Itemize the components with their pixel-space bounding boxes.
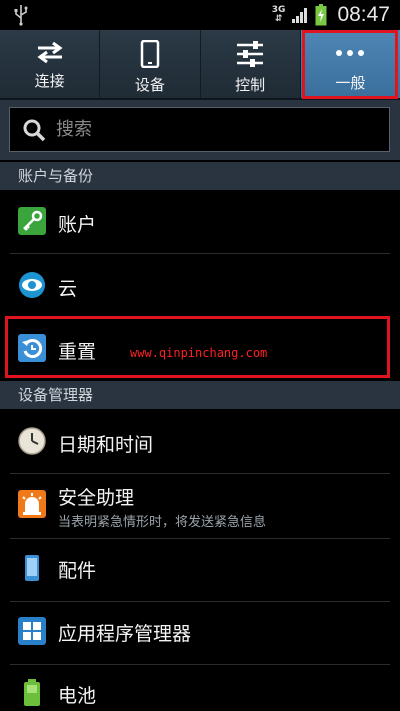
tab-connections[interactable]: 连接 (0, 30, 101, 98)
cloud-icon (19, 272, 45, 298)
clock-time: 08:47 (337, 3, 390, 26)
clock-icon (18, 427, 46, 455)
list-item-account[interactable]: 账户 (0, 190, 400, 252)
section-title: 设备管理器 (18, 386, 94, 404)
list-item-battery[interactable]: 电池 (0, 665, 400, 711)
list-item-app-manager[interactable]: 应用程序管理器 (0, 602, 400, 664)
item-label: 安全助理 (58, 487, 135, 509)
search-input[interactable] (54, 118, 358, 141)
tab-device[interactable]: 设备 (100, 30, 201, 98)
search-area (0, 100, 400, 160)
tab-label: 控制 (235, 76, 266, 94)
item-label: 账户 (58, 214, 97, 236)
settings-tab-bar: 连接 设备 控制 一般 (0, 30, 400, 100)
list-item-date-time[interactable]: 日期和时间 (0, 410, 400, 472)
search-box[interactable] (9, 107, 390, 152)
accessory-phone-icon (25, 555, 39, 581)
sliders-icon (237, 41, 264, 67)
section-header-device-manager: 设备管理器 (0, 381, 400, 409)
search-icon (23, 119, 46, 141)
section-title: 账户与备份 (18, 167, 94, 185)
swap-arrows-icon (37, 41, 63, 64)
usb-icon (14, 5, 28, 26)
item-label: 应用程序管理器 (58, 623, 192, 645)
tab-highlight-box (301, 30, 398, 99)
list-item-cloud[interactable]: 云 (0, 254, 400, 316)
item-label: 配件 (58, 560, 97, 582)
signal-strength-icon (292, 8, 308, 23)
tab-controls[interactable]: 控制 (201, 30, 301, 98)
battery-icon (24, 679, 40, 706)
item-label: 电池 (58, 685, 97, 707)
app-grid-icon (18, 617, 46, 645)
status-bar: 3G ⇵ 08:47 (0, 0, 400, 30)
list-item-accessories[interactable]: 配件 (0, 539, 400, 601)
tab-label: 设备 (134, 76, 165, 94)
item-label: 云 (58, 278, 78, 300)
item-label: 日期和时间 (58, 434, 154, 456)
account-key-icon (18, 207, 46, 235)
tab-label: 连接 (34, 72, 65, 90)
emergency-siren-icon (18, 490, 46, 518)
watermark-text: www.qinpinchang.com (130, 346, 268, 360)
battery-charging-icon (315, 4, 327, 26)
item-subtitle: 当表明紧急情形时，将发送紧急信息 (58, 515, 267, 530)
phone-device-icon (140, 40, 160, 68)
network-type-indicator: 3G ⇵ (271, 5, 286, 24)
section-header-accounts: 账户与备份 (0, 162, 400, 190)
list-item-safety-assistance[interactable]: 安全助理 当表明紧急情形时，将发送紧急信息 (0, 474, 400, 538)
tab-general[interactable]: 一般 (300, 30, 400, 99)
